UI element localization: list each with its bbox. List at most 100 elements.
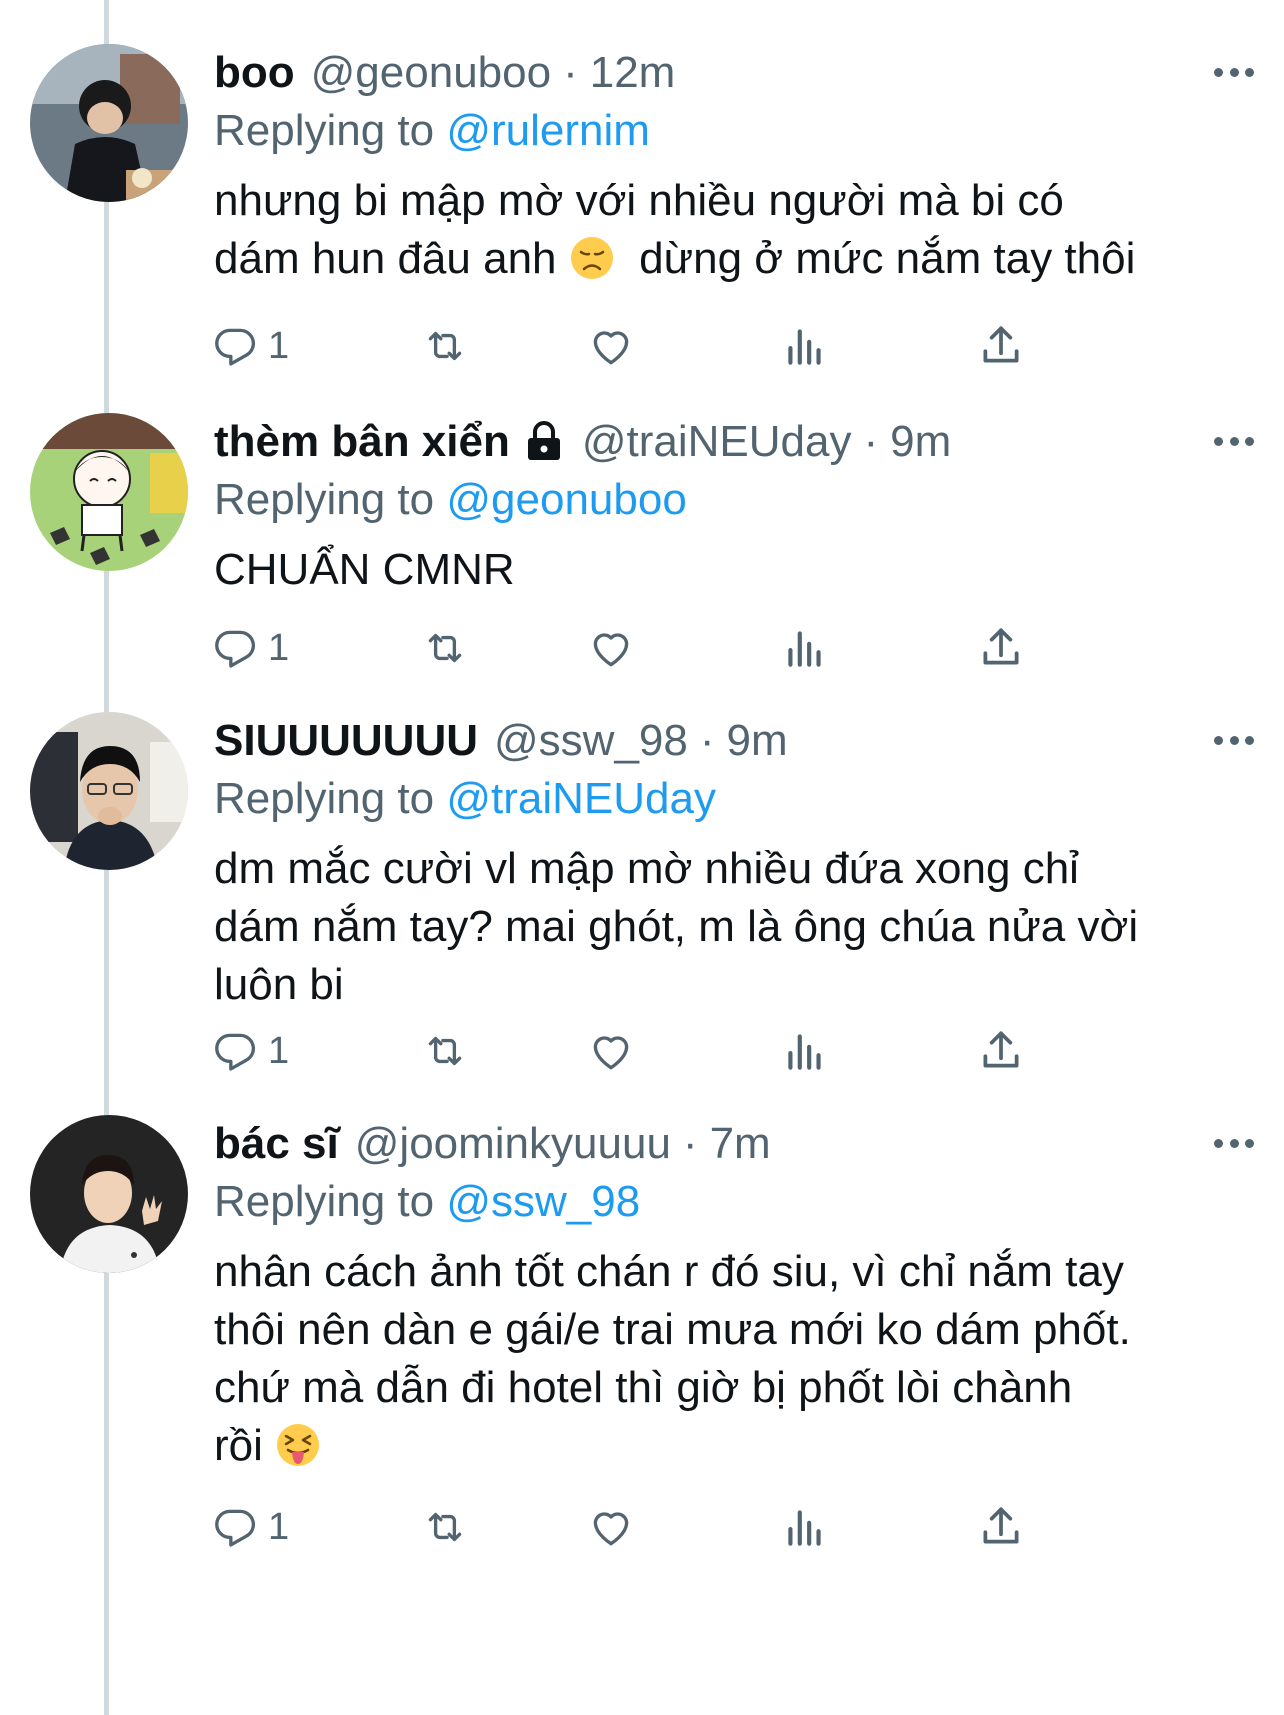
- username[interactable]: @traiNEUday: [582, 413, 852, 471]
- reply-count: 1: [268, 324, 290, 367]
- retweet-button[interactable]: [420, 1497, 470, 1557]
- views-button[interactable]: [780, 1021, 830, 1081]
- tweet-header: boo @geonuboo · 12m: [214, 44, 1254, 102]
- action-bar: 1: [214, 618, 1134, 678]
- display-name[interactable]: bác sĩ: [214, 1115, 339, 1173]
- tweet-text-content: CHUẨN CMNR: [214, 545, 515, 594]
- reply-count: 1: [268, 1029, 290, 1072]
- tweet-header: bác sĩ @joominkyuuuu · 7m: [214, 1115, 1254, 1173]
- squinting-tongue-face-icon: [275, 1422, 321, 1468]
- views-button[interactable]: [780, 316, 830, 376]
- share-button[interactable]: [976, 316, 1026, 376]
- tweet-text: nhưng bi mập mờ với nhiều người mà bi có…: [214, 172, 1254, 288]
- views-icon: [780, 1026, 830, 1076]
- views-icon: [780, 623, 830, 673]
- separator-dot: ·: [682, 1119, 698, 1168]
- tweet-text: nhân cách ảnh tốt chán r đó siu, vì chỉ …: [214, 1243, 1254, 1475]
- views-icon: [780, 321, 830, 371]
- avatar[interactable]: [30, 712, 188, 870]
- separator-dot: ·: [863, 417, 879, 466]
- like-button[interactable]: [586, 316, 636, 376]
- heart-icon: [586, 623, 636, 673]
- share-button[interactable]: [976, 1021, 1026, 1081]
- replying-to: Replying to @geonuboo: [214, 471, 1254, 529]
- timestamp[interactable]: 9m: [890, 413, 951, 471]
- replying-to-label: Replying to: [214, 106, 447, 155]
- retweet-icon: [420, 1502, 470, 1552]
- lock-icon: [524, 420, 564, 464]
- tweet-header: thèm bân xiển @traiNEUday · 9m: [214, 413, 1254, 471]
- reply-icon: [210, 321, 260, 371]
- reply-icon: [210, 1026, 260, 1076]
- avatar[interactable]: [30, 413, 188, 571]
- reply-button[interactable]: 1: [210, 1497, 289, 1557]
- heart-icon: [586, 1026, 636, 1076]
- replying-to: Replying to @ssw_98: [214, 1173, 1254, 1231]
- like-button[interactable]: [586, 1497, 636, 1557]
- mention-link[interactable]: @traiNEUday: [446, 774, 716, 823]
- replying-to-label: Replying to: [214, 774, 447, 823]
- action-bar: 1: [214, 1021, 1134, 1081]
- disappointed-face-icon: [569, 235, 615, 281]
- heart-icon: [586, 1502, 636, 1552]
- retweet-icon: [420, 1026, 470, 1076]
- retweet-button[interactable]: [420, 316, 470, 376]
- retweet-icon: [420, 623, 470, 673]
- display-name[interactable]: SIUUUUUUU: [214, 712, 478, 770]
- timestamp[interactable]: 9m: [727, 712, 788, 770]
- share-icon: [976, 1026, 1026, 1076]
- timestamp[interactable]: 7m: [710, 1115, 771, 1173]
- tweet-text: CHUẨN CMNR: [214, 541, 1254, 599]
- tweet-header: SIUUUUUUU @ssw_98 · 9m: [214, 712, 1254, 770]
- username[interactable]: @geonuboo: [311, 44, 551, 102]
- mention-link[interactable]: @rulernim: [446, 106, 650, 155]
- share-icon: [976, 1502, 1026, 1552]
- timestamp[interactable]: 12m: [590, 44, 676, 102]
- reply-count: 1: [268, 626, 290, 669]
- tweet-text-continued: dừng ở mức nắm tay thôi: [614, 234, 1136, 283]
- tweet-text-content: dm mắc cười vl mập mờ nhiều đứa xong chỉ…: [214, 844, 1139, 1009]
- share-button[interactable]: [976, 1497, 1026, 1557]
- replying-to-label: Replying to: [214, 1177, 447, 1226]
- reply-button[interactable]: 1: [210, 1021, 289, 1081]
- share-icon: [976, 623, 1026, 673]
- views-icon: [780, 1502, 830, 1552]
- username[interactable]: @ssw_98: [494, 712, 688, 770]
- views-button[interactable]: [780, 1497, 830, 1557]
- avatar[interactable]: [30, 44, 188, 202]
- like-button[interactable]: [586, 1021, 636, 1081]
- like-button[interactable]: [586, 618, 636, 678]
- replying-to-label: Replying to: [214, 475, 447, 524]
- replying-to: Replying to @rulernim: [214, 102, 1254, 160]
- retweet-icon: [420, 321, 470, 371]
- mention-link[interactable]: @geonuboo: [446, 475, 686, 524]
- heart-icon: [586, 321, 636, 371]
- action-bar: 1: [214, 1497, 1134, 1557]
- retweet-button[interactable]: [420, 1021, 470, 1081]
- reply-count: 1: [268, 1505, 290, 1548]
- more-icon[interactable]: [1214, 421, 1254, 461]
- replying-to: Replying to @traiNEUday: [214, 770, 1254, 828]
- retweet-button[interactable]: [420, 618, 470, 678]
- more-icon[interactable]: [1214, 720, 1254, 760]
- share-button[interactable]: [976, 618, 1026, 678]
- more-icon[interactable]: [1214, 1123, 1254, 1163]
- reply-thread: boo @geonuboo · 12m Replying to @rulerni…: [0, 0, 1284, 1715]
- reply-icon: [210, 623, 260, 673]
- avatar[interactable]: [30, 1115, 188, 1273]
- tweet-text-content: nhân cách ảnh tốt chán r đó siu, vì chỉ …: [214, 1247, 1131, 1470]
- more-icon[interactable]: [1214, 52, 1254, 92]
- mention-link[interactable]: @ssw_98: [446, 1177, 640, 1226]
- tweet-text: dm mắc cười vl mập mờ nhiều đứa xong chỉ…: [214, 840, 1254, 1014]
- display-name[interactable]: boo: [214, 44, 295, 102]
- action-bar: 1: [214, 316, 1134, 376]
- views-button[interactable]: [780, 618, 830, 678]
- reply-button[interactable]: 1: [210, 618, 289, 678]
- separator-dot: ·: [699, 716, 715, 765]
- display-name[interactable]: thèm bân xiển: [214, 413, 510, 471]
- separator-dot: ·: [563, 48, 578, 97]
- username[interactable]: @joominkyuuuu: [355, 1115, 671, 1173]
- reply-icon: [210, 1502, 260, 1552]
- share-icon: [976, 321, 1026, 371]
- reply-button[interactable]: 1: [210, 316, 289, 376]
